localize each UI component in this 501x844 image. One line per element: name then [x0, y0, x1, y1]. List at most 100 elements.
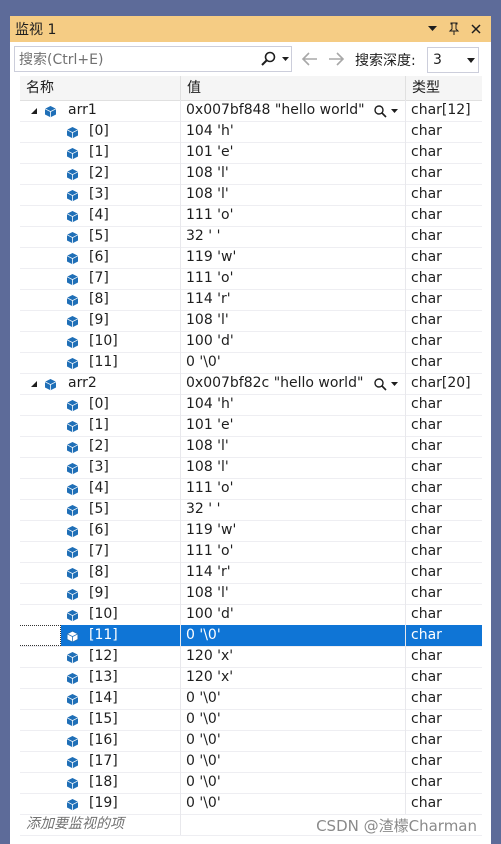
type-cell[interactable]: char	[406, 289, 482, 310]
close-icon[interactable]	[469, 22, 483, 36]
type-cell[interactable]: char	[406, 688, 482, 709]
watch-row[interactable]: [5] 32 ' ' char	[20, 226, 482, 248]
watch-row[interactable]: [5] 32 ' ' char	[20, 499, 482, 521]
name-cell[interactable]: [3]	[20, 184, 181, 205]
watch-row[interactable]: [14] 0 '\0' char	[20, 688, 482, 710]
watch-row[interactable]: [0] 104 'h' char	[20, 394, 482, 416]
name-cell[interactable]: [16]	[20, 730, 181, 751]
watch-row[interactable]: [2] 108 'l' char	[20, 163, 482, 185]
watch-row[interactable]: [2] 108 'l' char	[20, 436, 482, 458]
name-cell[interactable]: [4]	[20, 205, 181, 226]
value-cell[interactable]: 0x007bf82c "hello world"	[181, 373, 406, 394]
type-cell[interactable]: char	[406, 751, 482, 772]
type-cell[interactable]: char	[406, 352, 482, 373]
value-cell[interactable]: 108 'l'	[181, 310, 406, 331]
watch-row[interactable]: [12] 120 'x' char	[20, 646, 482, 668]
name-cell[interactable]: [0]	[20, 121, 181, 142]
search-input[interactable]: 搜索(Ctrl+E)	[19, 49, 257, 69]
value-cell[interactable]: 108 'l'	[181, 457, 406, 478]
title-bar[interactable]: 监视 1	[10, 16, 491, 42]
value-cell[interactable]: 108 'l'	[181, 184, 406, 205]
type-cell[interactable]: char	[406, 520, 482, 541]
value-cell[interactable]: 0 '\0'	[181, 772, 406, 793]
value-cell[interactable]: 100 'd'	[181, 604, 406, 625]
type-cell[interactable]: char	[406, 730, 482, 751]
type-cell[interactable]: char	[406, 184, 482, 205]
value-cell[interactable]: 32 ' '	[181, 226, 406, 247]
name-cell[interactable]: [7]	[20, 541, 181, 562]
value-cell[interactable]: 108 'l'	[181, 163, 406, 184]
type-cell[interactable]: char	[406, 667, 482, 688]
type-cell[interactable]: char	[406, 499, 482, 520]
watch-row[interactable]: [1] 101 'e' char	[20, 415, 482, 437]
watch-row[interactable]: [11] 0 '\0' char	[20, 352, 482, 374]
type-cell[interactable]: char	[406, 772, 482, 793]
value-cell[interactable]: 104 'h'	[181, 394, 406, 415]
type-cell[interactable]: char	[406, 205, 482, 226]
watch-row[interactable]: arr1 0x007bf848 "hello world" char[12]	[20, 100, 482, 122]
type-cell[interactable]: char	[406, 436, 482, 457]
name-cell[interactable]: [8]	[20, 562, 181, 583]
name-cell[interactable]: [6]	[20, 247, 181, 268]
value-cell[interactable]: 0 '\0'	[181, 688, 406, 709]
name-cell[interactable]: [18]	[20, 772, 181, 793]
watch-row[interactable]: [3] 108 'l' char	[20, 184, 482, 206]
value-cell[interactable]: 108 'l'	[181, 583, 406, 604]
value-cell[interactable]: 111 'o'	[181, 541, 406, 562]
value-cell[interactable]: 0 '\0'	[181, 793, 406, 814]
name-cell[interactable]: [11]	[20, 352, 181, 373]
value-cell[interactable]: 108 'l'	[181, 436, 406, 457]
watch-row[interactable]: [17] 0 '\0' char	[20, 751, 482, 773]
search-icon[interactable]	[257, 48, 279, 70]
watch-row[interactable]: [7] 111 'o' char	[20, 541, 482, 563]
value-cell[interactable]: 101 'e'	[181, 142, 406, 163]
type-cell[interactable]: char	[406, 562, 482, 583]
watch-row[interactable]: [8] 114 'r' char	[20, 289, 482, 311]
name-cell[interactable]: [2]	[20, 436, 181, 457]
value-cell[interactable]: 114 'r'	[181, 562, 406, 583]
value-cell[interactable]: 120 'x'	[181, 667, 406, 688]
name-cell[interactable]: [10]	[20, 604, 181, 625]
expand-triangle-icon[interactable]	[28, 100, 40, 121]
value-cell[interactable]: 119 'w'	[181, 247, 406, 268]
name-cell[interactable]: [9]	[20, 583, 181, 604]
watch-row[interactable]: [18] 0 '\0' char	[20, 772, 482, 794]
type-cell[interactable]: char	[406, 331, 482, 352]
type-cell[interactable]: char	[406, 646, 482, 667]
name-cell[interactable]: [8]	[20, 289, 181, 310]
watch-row[interactable]: [6] 119 'w' char	[20, 247, 482, 269]
type-cell[interactable]: char	[406, 625, 482, 646]
name-cell[interactable]: [10]	[20, 331, 181, 352]
watch-row[interactable]: [0] 104 'h' char	[20, 121, 482, 143]
name-cell[interactable]: [4]	[20, 478, 181, 499]
value-cell[interactable]: 0 '\0'	[181, 625, 406, 646]
value-cell[interactable]: 0 '\0'	[181, 730, 406, 751]
value-cell[interactable]: 101 'e'	[181, 415, 406, 436]
name-cell[interactable]: [11]	[20, 625, 181, 646]
type-cell[interactable]: char	[406, 310, 482, 331]
watch-row[interactable]: [7] 111 'o' char	[20, 268, 482, 290]
watch-row[interactable]: [1] 101 'e' char	[20, 142, 482, 164]
type-cell[interactable]: char	[406, 457, 482, 478]
name-cell[interactable]: arr1	[20, 100, 181, 121]
type-cell[interactable]: char	[406, 268, 482, 289]
column-header-value[interactable]: 值	[181, 76, 406, 100]
name-cell[interactable]: [14]	[20, 688, 181, 709]
type-cell[interactable]: char	[406, 394, 482, 415]
value-cell[interactable]: 0 '\0'	[181, 751, 406, 772]
type-cell[interactable]: char	[406, 793, 482, 814]
name-cell[interactable]: [2]	[20, 163, 181, 184]
name-cell[interactable]: [3]	[20, 457, 181, 478]
value-cell[interactable]: 119 'w'	[181, 520, 406, 541]
back-arrow-icon[interactable]	[300, 49, 320, 69]
name-cell[interactable]: [1]	[20, 415, 181, 436]
watch-row[interactable]: [3] 108 'l' char	[20, 457, 482, 479]
column-header-name[interactable]: 名称	[20, 76, 181, 100]
text-visualizer-magnifier-icon[interactable]	[373, 102, 399, 119]
name-cell[interactable]: [15]	[20, 709, 181, 730]
pin-icon[interactable]	[447, 22, 461, 36]
column-header-type[interactable]: 类型	[406, 76, 482, 100]
watch-row[interactable]: [4] 111 'o' char	[20, 205, 482, 227]
watch-row[interactable]: [16] 0 '\0' char	[20, 730, 482, 752]
value-cell[interactable]: 111 'o'	[181, 205, 406, 226]
